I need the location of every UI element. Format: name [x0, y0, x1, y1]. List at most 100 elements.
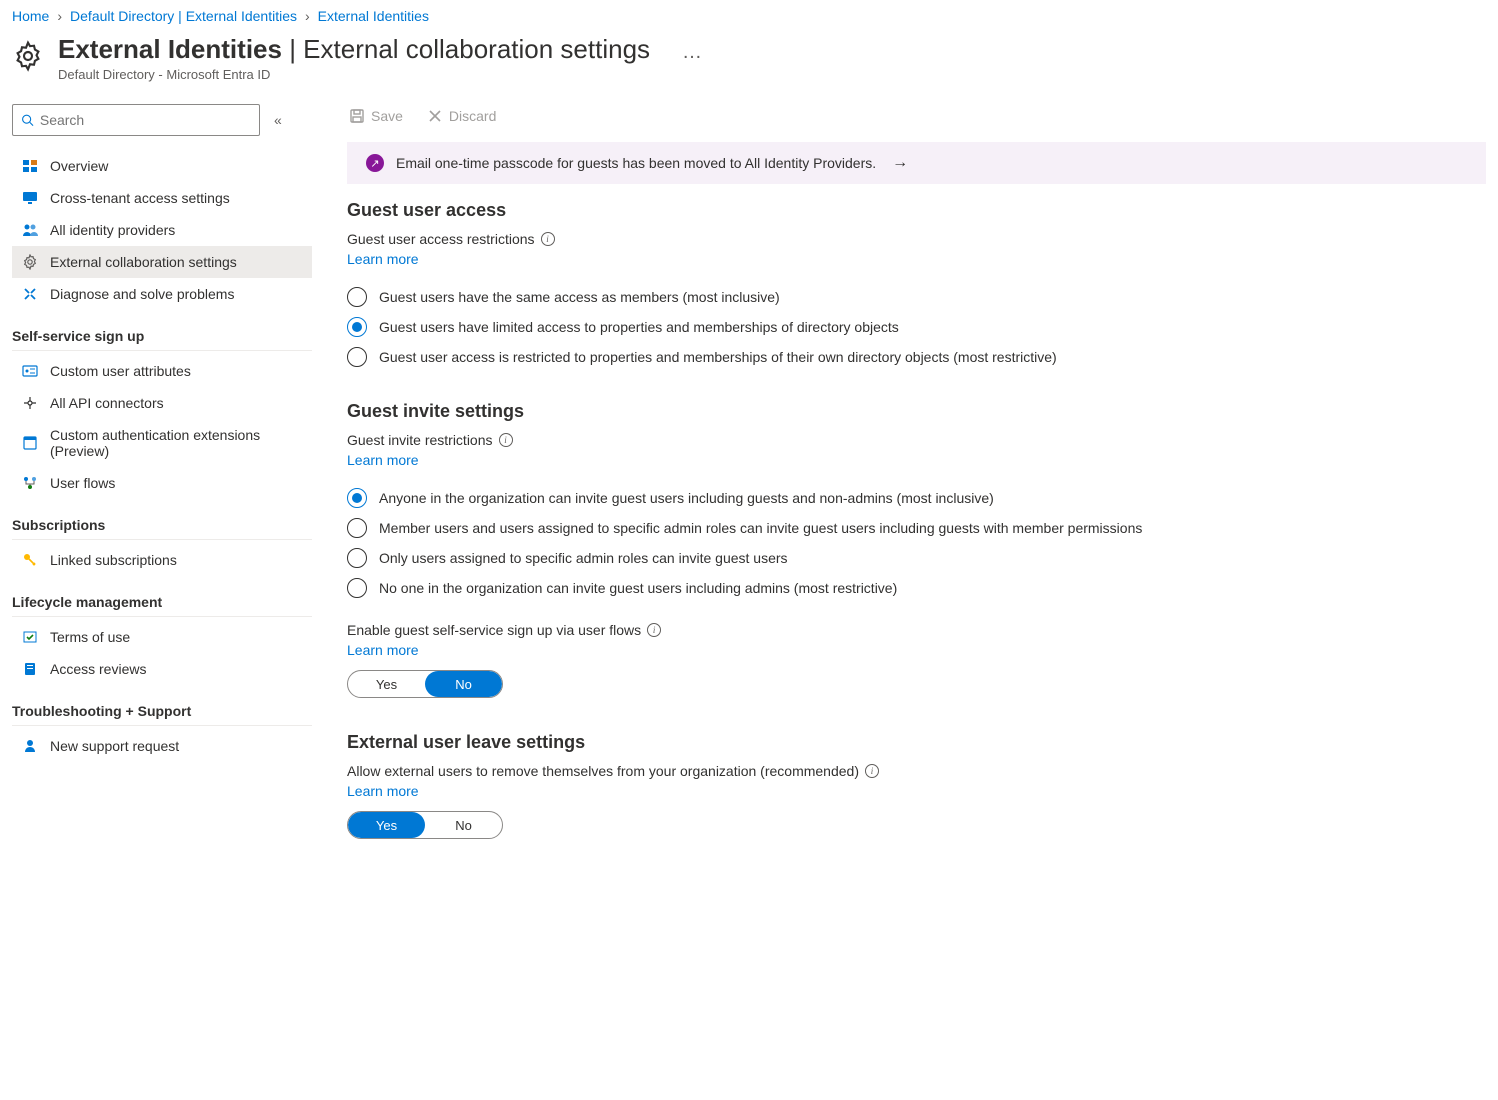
sidebar-item-label: Terms of use — [50, 629, 130, 645]
sidebar-item-custom-attributes[interactable]: Custom user attributes — [12, 355, 312, 387]
toggle-yes[interactable]: Yes — [348, 812, 425, 838]
check-icon — [22, 629, 38, 645]
sidebar-item-label: Custom user attributes — [50, 363, 191, 379]
sidebar-item-label: All identity providers — [50, 222, 175, 238]
key-icon — [22, 552, 38, 568]
search-icon — [21, 113, 34, 127]
learn-more-link[interactable]: Learn more — [347, 251, 419, 267]
learn-more-link[interactable]: Learn more — [347, 642, 419, 658]
sidebar-item-label: Access reviews — [50, 661, 146, 677]
sidebar-item-terms[interactable]: Terms of use — [12, 621, 312, 653]
toggle-no[interactable]: No — [425, 812, 502, 838]
toggle-self-service[interactable]: Yes No — [347, 670, 503, 698]
sidebar-item-label: External collaboration settings — [50, 254, 237, 270]
sidebar-group-lifecycle: Lifecycle management — [12, 576, 312, 617]
wrench-icon — [22, 286, 38, 302]
section-external-leave: External user leave settings Allow exter… — [347, 732, 1486, 839]
breadcrumb-current[interactable]: External Identities — [318, 8, 429, 24]
sidebar-group-self-service: Self-service sign up — [12, 310, 312, 351]
info-icon[interactable]: i — [499, 433, 513, 447]
radio-guest-access-1[interactable]: Guest users have limited access to prope… — [347, 317, 1486, 337]
chevron-right-icon: › — [305, 8, 310, 24]
title-sub: External collaboration settings — [303, 34, 650, 64]
info-icon[interactable]: i — [865, 764, 879, 778]
monitor-icon — [22, 190, 38, 206]
breadcrumb-directory[interactable]: Default Directory | External Identities — [70, 8, 297, 24]
sidebar-item-diagnose[interactable]: Diagnose and solve problems — [12, 278, 312, 310]
save-button[interactable]: Save — [347, 104, 405, 128]
sidebar-group-subscriptions: Subscriptions — [12, 499, 312, 540]
toggle-yes[interactable]: Yes — [348, 671, 425, 697]
sidebar-item-overview[interactable]: Overview — [12, 150, 312, 182]
sidebar: « Overview Cross-tenant access settings … — [12, 104, 312, 873]
radio-label: Guest user access is restricted to prope… — [379, 349, 1057, 365]
sidebar-item-support-request[interactable]: New support request — [12, 730, 312, 762]
gear-icon — [22, 254, 38, 270]
sidebar-item-external-collab[interactable]: External collaboration settings — [12, 246, 312, 278]
radio-label: Guest users have the same access as memb… — [379, 289, 780, 305]
page-title: External Identities | External collabora… — [58, 34, 650, 65]
rocket-icon: ↗ — [366, 154, 384, 172]
sidebar-item-cross-tenant[interactable]: Cross-tenant access settings — [12, 182, 312, 214]
radio-guest-invite-1[interactable]: Member users and users assigned to speci… — [347, 518, 1486, 538]
discard-button[interactable]: Discard — [425, 104, 498, 128]
toggle-external-leave[interactable]: Yes No — [347, 811, 503, 839]
info-icon[interactable]: i — [541, 232, 555, 246]
content: Save Discard ↗ Email one-time passcode f… — [312, 104, 1486, 873]
save-label: Save — [371, 108, 403, 124]
section-title: Guest user access — [347, 200, 1486, 221]
toggle-no[interactable]: No — [425, 671, 502, 697]
info-icon[interactable]: i — [647, 623, 661, 637]
radio-label: Only users assigned to specific admin ro… — [379, 550, 788, 566]
sidebar-item-label: All API connectors — [50, 395, 164, 411]
sidebar-item-api-connectors[interactable]: All API connectors — [12, 387, 312, 419]
collapse-sidebar-button[interactable]: « — [274, 112, 282, 128]
field-label: Guest user access restrictions — [347, 231, 535, 247]
section-guest-invite: Guest invite settings Guest invite restr… — [347, 401, 1486, 698]
title-main: External Identities — [58, 34, 282, 64]
more-actions-button[interactable]: … — [682, 41, 704, 64]
info-banner[interactable]: ↗ Email one-time passcode for guests has… — [347, 142, 1486, 184]
radio-guest-access-2[interactable]: Guest user access is restricted to prope… — [347, 347, 1486, 367]
sidebar-group-troubleshoot: Troubleshooting + Support — [12, 685, 312, 726]
radio-icon — [347, 578, 367, 598]
page-subtitle: Default Directory - Microsoft Entra ID — [58, 67, 704, 82]
radio-icon — [347, 548, 367, 568]
radio-guest-invite-0[interactable]: Anyone in the organization can invite gu… — [347, 488, 1486, 508]
sidebar-item-user-flows[interactable]: User flows — [12, 467, 312, 499]
window-icon — [22, 435, 38, 451]
radio-guest-invite-3[interactable]: No one in the organization can invite gu… — [347, 578, 1486, 598]
radio-label: Guest users have limited access to prope… — [379, 319, 899, 335]
radio-icon — [347, 317, 367, 337]
section-title: External user leave settings — [347, 732, 1486, 753]
sidebar-item-access-reviews[interactable]: Access reviews — [12, 653, 312, 685]
radio-guest-invite-2[interactable]: Only users assigned to specific admin ro… — [347, 548, 1486, 568]
radio-guest-access-0[interactable]: Guest users have the same access as memb… — [347, 287, 1486, 307]
radio-icon — [347, 488, 367, 508]
book-icon — [22, 661, 38, 677]
support-icon — [22, 738, 38, 754]
gear-icon — [12, 40, 44, 72]
banner-text: Email one-time passcode for guests has b… — [396, 155, 876, 171]
sidebar-item-label: Linked subscriptions — [50, 552, 177, 568]
sidebar-item-label: New support request — [50, 738, 179, 754]
learn-more-link[interactable]: Learn more — [347, 783, 419, 799]
breadcrumb-home[interactable]: Home — [12, 8, 49, 24]
learn-more-link[interactable]: Learn more — [347, 452, 419, 468]
arrow-right-icon: → — [892, 154, 908, 172]
toolbar: Save Discard — [347, 104, 1486, 128]
search-input[interactable] — [40, 112, 251, 128]
sidebar-item-auth-extensions[interactable]: Custom authentication extensions (Previe… — [12, 419, 312, 467]
radio-icon — [347, 287, 367, 307]
radio-label: No one in the organization can invite gu… — [379, 580, 897, 596]
field-label: Guest invite restrictions — [347, 432, 493, 448]
sidebar-item-label: Overview — [50, 158, 108, 174]
sidebar-item-linked-subscriptions[interactable]: Linked subscriptions — [12, 544, 312, 576]
radio-icon — [347, 518, 367, 538]
search-box[interactable] — [12, 104, 260, 136]
sidebar-item-label: Diagnose and solve problems — [50, 286, 234, 302]
sidebar-item-label: Cross-tenant access settings — [50, 190, 230, 206]
card-icon — [22, 363, 38, 379]
sidebar-item-identity-providers[interactable]: All identity providers — [12, 214, 312, 246]
flow-icon — [22, 475, 38, 491]
